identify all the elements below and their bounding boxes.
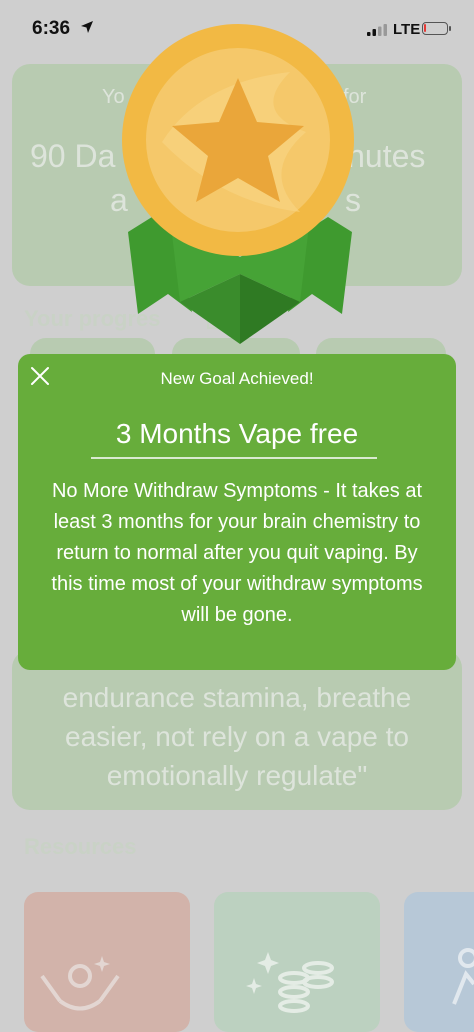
modal-header: New Goal Achieved! (160, 369, 314, 388)
quote-line-3: emotionally regulate" (106, 760, 368, 791)
quote-line-1: endurance stamina, breathe (62, 682, 412, 713)
battery-icon (422, 22, 451, 35)
modal-body: No More Withdraw Symptoms - It takes at … (51, 480, 423, 626)
medal-icon (122, 24, 354, 344)
modal-title: 3 Months Vape free (115, 418, 359, 449)
location-arrow-icon (81, 21, 93, 33)
stretch-person-icon (40, 956, 120, 1011)
savings-coins-icon (246, 952, 334, 1013)
person-icon (452, 948, 474, 1005)
network-label: LTE (393, 21, 421, 38)
resources-heading: Resources (24, 834, 137, 859)
quote-line-2: easier, not rely on a vape to (65, 721, 409, 752)
status-time: 6:36 (32, 18, 71, 39)
quote-text: endurance stamina, breathe easier, not r… (12, 678, 462, 795)
title-divider (91, 457, 377, 459)
